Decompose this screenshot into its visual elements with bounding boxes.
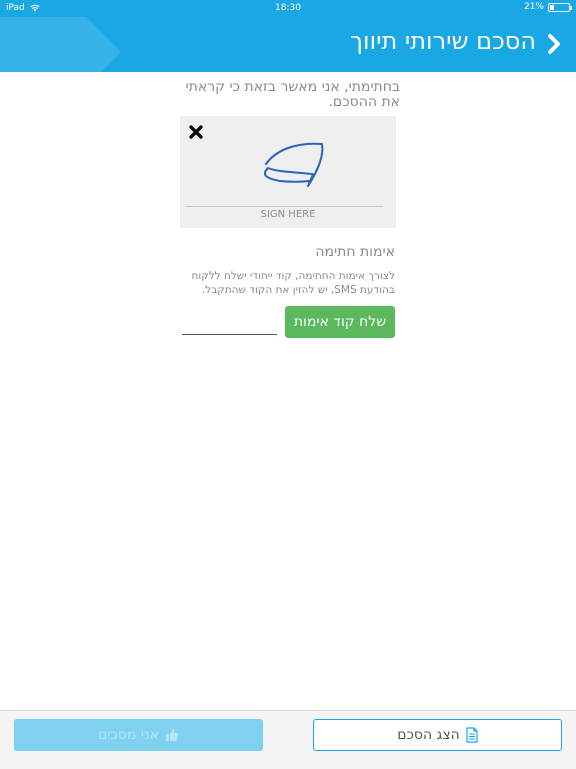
document-icon — [466, 727, 478, 743]
signature-pad[interactable]: SIGN HERE — [180, 116, 396, 228]
send-code-button[interactable]: שלח קוד אימות — [285, 306, 395, 338]
app-header: הסכם שירותי תיווך — [0, 17, 576, 72]
footer-bar: אני מסכים הצג הסכם — [0, 710, 576, 769]
page-title: הסכם שירותי תיווך — [350, 27, 536, 55]
signature-label: SIGN HERE — [260, 209, 316, 220]
verification-description: לצורך אימות החתימה, קוד ייחודי ישלח ללקו… — [191, 270, 395, 296]
thumbs-up-icon — [165, 729, 179, 741]
header-decoration — [0, 17, 122, 72]
status-bar: iPad 18:30 21% — [0, 0, 576, 17]
agreement-statement: בחתימתי, אני מאשר בזאת כי קראתי את ההסכם… — [185, 79, 400, 110]
signature-drawing — [263, 142, 324, 187]
verification-title: אימות חתימה — [315, 244, 395, 260]
agree-button[interactable]: אני מסכים — [14, 719, 263, 751]
show-agreement-button[interactable]: הצג הסכם — [313, 719, 562, 751]
verification-code-input[interactable] — [182, 305, 277, 335]
close-icon[interactable] — [188, 124, 204, 140]
battery-icon — [548, 2, 572, 12]
battery-fill — [550, 4, 554, 10]
show-agreement-label: הצג הסכם — [397, 727, 460, 743]
status-time: 18:30 — [275, 3, 301, 13]
chevron-right-icon[interactable] — [544, 31, 566, 57]
status-right: 21% — [523, 2, 572, 12]
battery-percent: 21% — [523, 2, 544, 12]
signature-baseline — [186, 206, 383, 207]
agree-button-label: אני מסכים — [98, 727, 159, 743]
